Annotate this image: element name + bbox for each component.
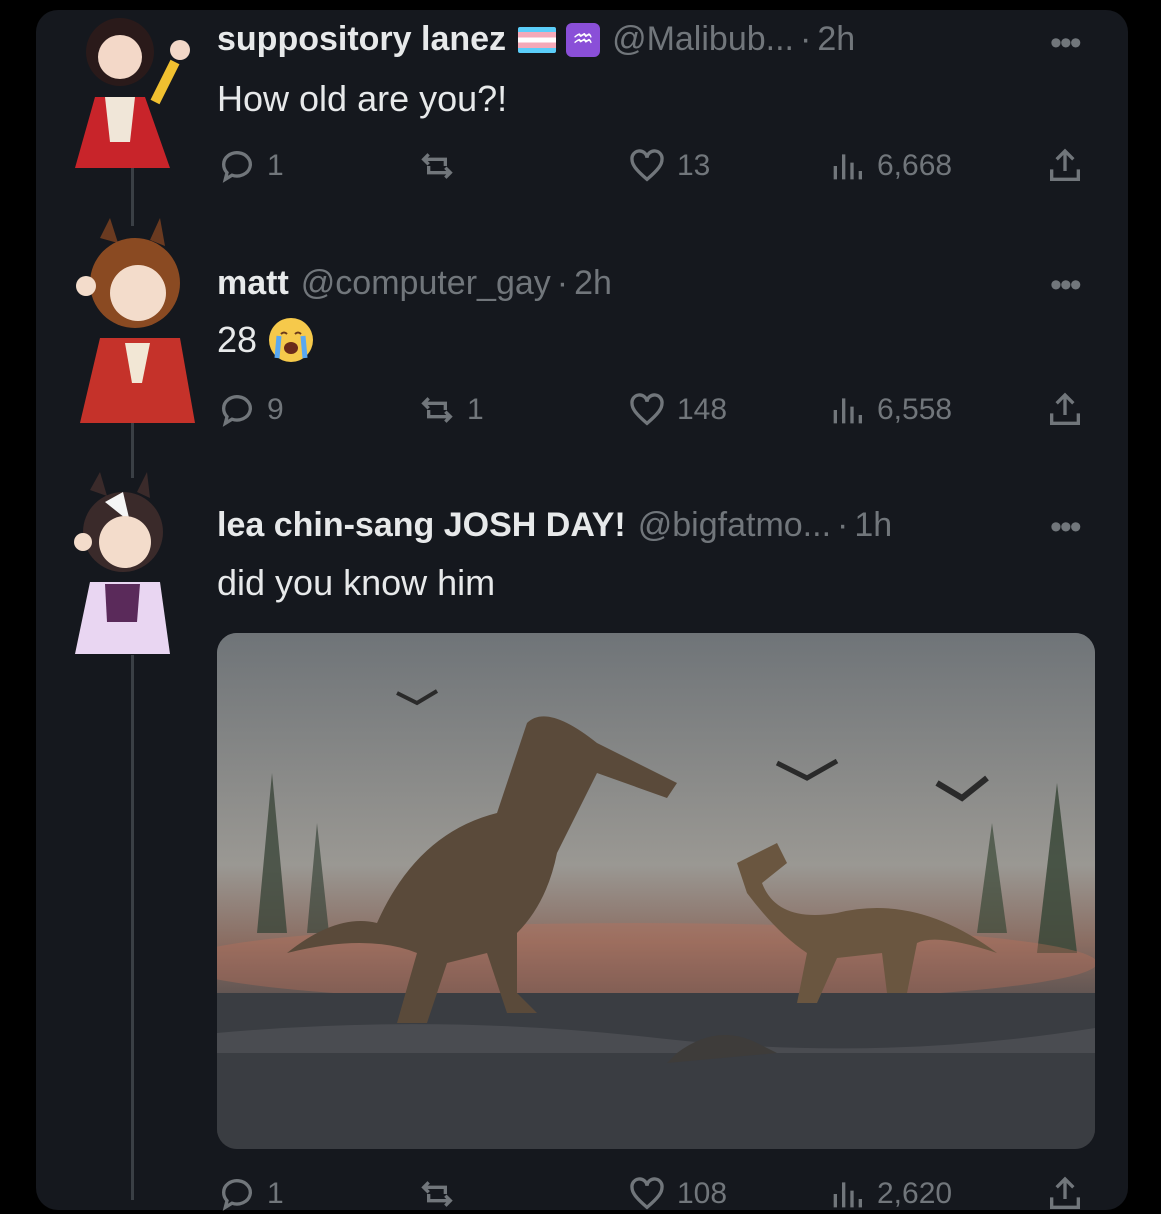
repost-button[interactable] [417, 1174, 467, 1214]
views-icon [833, 154, 862, 180]
thread-line [131, 655, 134, 1200]
like-button[interactable]: 108 [627, 1174, 727, 1214]
more-options-button[interactable]: ••• [1050, 24, 1082, 63]
views-icon [833, 398, 862, 424]
share-button[interactable] [1045, 390, 1085, 430]
views-count: 2,620 [877, 1177, 953, 1210]
reply-count: 1 [267, 1177, 284, 1210]
share-button[interactable] [1045, 1174, 1085, 1214]
views-count: 6,668 [877, 149, 953, 182]
views-button[interactable]: 6,668 [827, 146, 952, 186]
views-button[interactable]: 6,558 [827, 390, 952, 430]
timestamp[interactable]: 1h [854, 506, 892, 545]
heart-icon [630, 1177, 664, 1210]
display-name[interactable]: matt [217, 264, 289, 303]
repost-button[interactable]: 1 [417, 390, 484, 430]
share-icon [1050, 1176, 1080, 1209]
avatar-matt[interactable] [50, 218, 210, 423]
loudly-crying-face-icon [269, 318, 314, 362]
like-count: 13 [677, 149, 711, 182]
repost-icon [421, 397, 453, 423]
reply-icon [222, 151, 252, 183]
tweet-text: How old are you?! [217, 78, 508, 119]
like-button[interactable]: 13 [627, 146, 710, 186]
reply-button[interactable]: 1 [217, 1174, 284, 1214]
heart-icon [630, 393, 664, 426]
views-icon [833, 1182, 862, 1208]
separator: · [837, 506, 849, 544]
more-options-button[interactable]: ••• [1050, 266, 1082, 305]
repost-button[interactable] [417, 146, 467, 186]
tweet-actions: 9 1 148 6,558 [217, 390, 1097, 430]
handle[interactable]: @bigfatmo... [638, 506, 831, 545]
repost-icon [421, 153, 453, 179]
tweet-actions: 1 13 6,668 [217, 146, 1097, 186]
like-count: 148 [677, 393, 728, 426]
aquarius-icon: ♒ [566, 22, 601, 57]
tweet-text: 28 [217, 319, 258, 360]
like-count: 108 [677, 1177, 728, 1210]
heart-icon [630, 149, 664, 182]
reply-button[interactable]: 9 [217, 390, 284, 430]
repost-count: 1 [467, 393, 484, 426]
display-name[interactable]: suppository lanez [217, 20, 506, 59]
display-name[interactable]: lea chin-sang JOSH DAY! [217, 506, 626, 545]
avatar-lea-chin-sang[interactable] [45, 472, 195, 654]
separator: · [556, 264, 569, 302]
avatar-suppository-lanez[interactable] [35, 2, 205, 168]
tweet-text-row: 28 [217, 318, 314, 362]
more-options-button[interactable]: ••• [1050, 508, 1082, 547]
share-icon [1050, 392, 1080, 425]
tweet-text: did you know him [217, 562, 496, 603]
tweet-actions: 1 108 2,620 [217, 1174, 1097, 1214]
dinosaur-illustration [217, 633, 1095, 1149]
handle[interactable]: @Malibub... [612, 20, 794, 59]
handle[interactable]: @computer_gay [301, 264, 551, 303]
separator: · [799, 20, 812, 58]
reply-button[interactable]: 1 [217, 146, 284, 186]
reply-count: 1 [267, 149, 284, 182]
timestamp[interactable]: 2h [574, 264, 612, 303]
reply-icon [222, 395, 252, 427]
timestamp[interactable]: 2h [817, 20, 855, 59]
views-button[interactable]: 2,620 [827, 1174, 952, 1214]
like-button[interactable]: 148 [627, 390, 727, 430]
thread-line [131, 420, 134, 478]
reply-icon [222, 1179, 252, 1211]
share-icon [1050, 148, 1080, 181]
tweet-media-image[interactable] [217, 633, 1095, 1149]
repost-icon [421, 1181, 453, 1207]
views-count: 6,558 [877, 393, 953, 426]
trans-flag-icon [518, 26, 557, 53]
share-button[interactable] [1045, 146, 1085, 186]
reply-count: 9 [267, 393, 284, 426]
